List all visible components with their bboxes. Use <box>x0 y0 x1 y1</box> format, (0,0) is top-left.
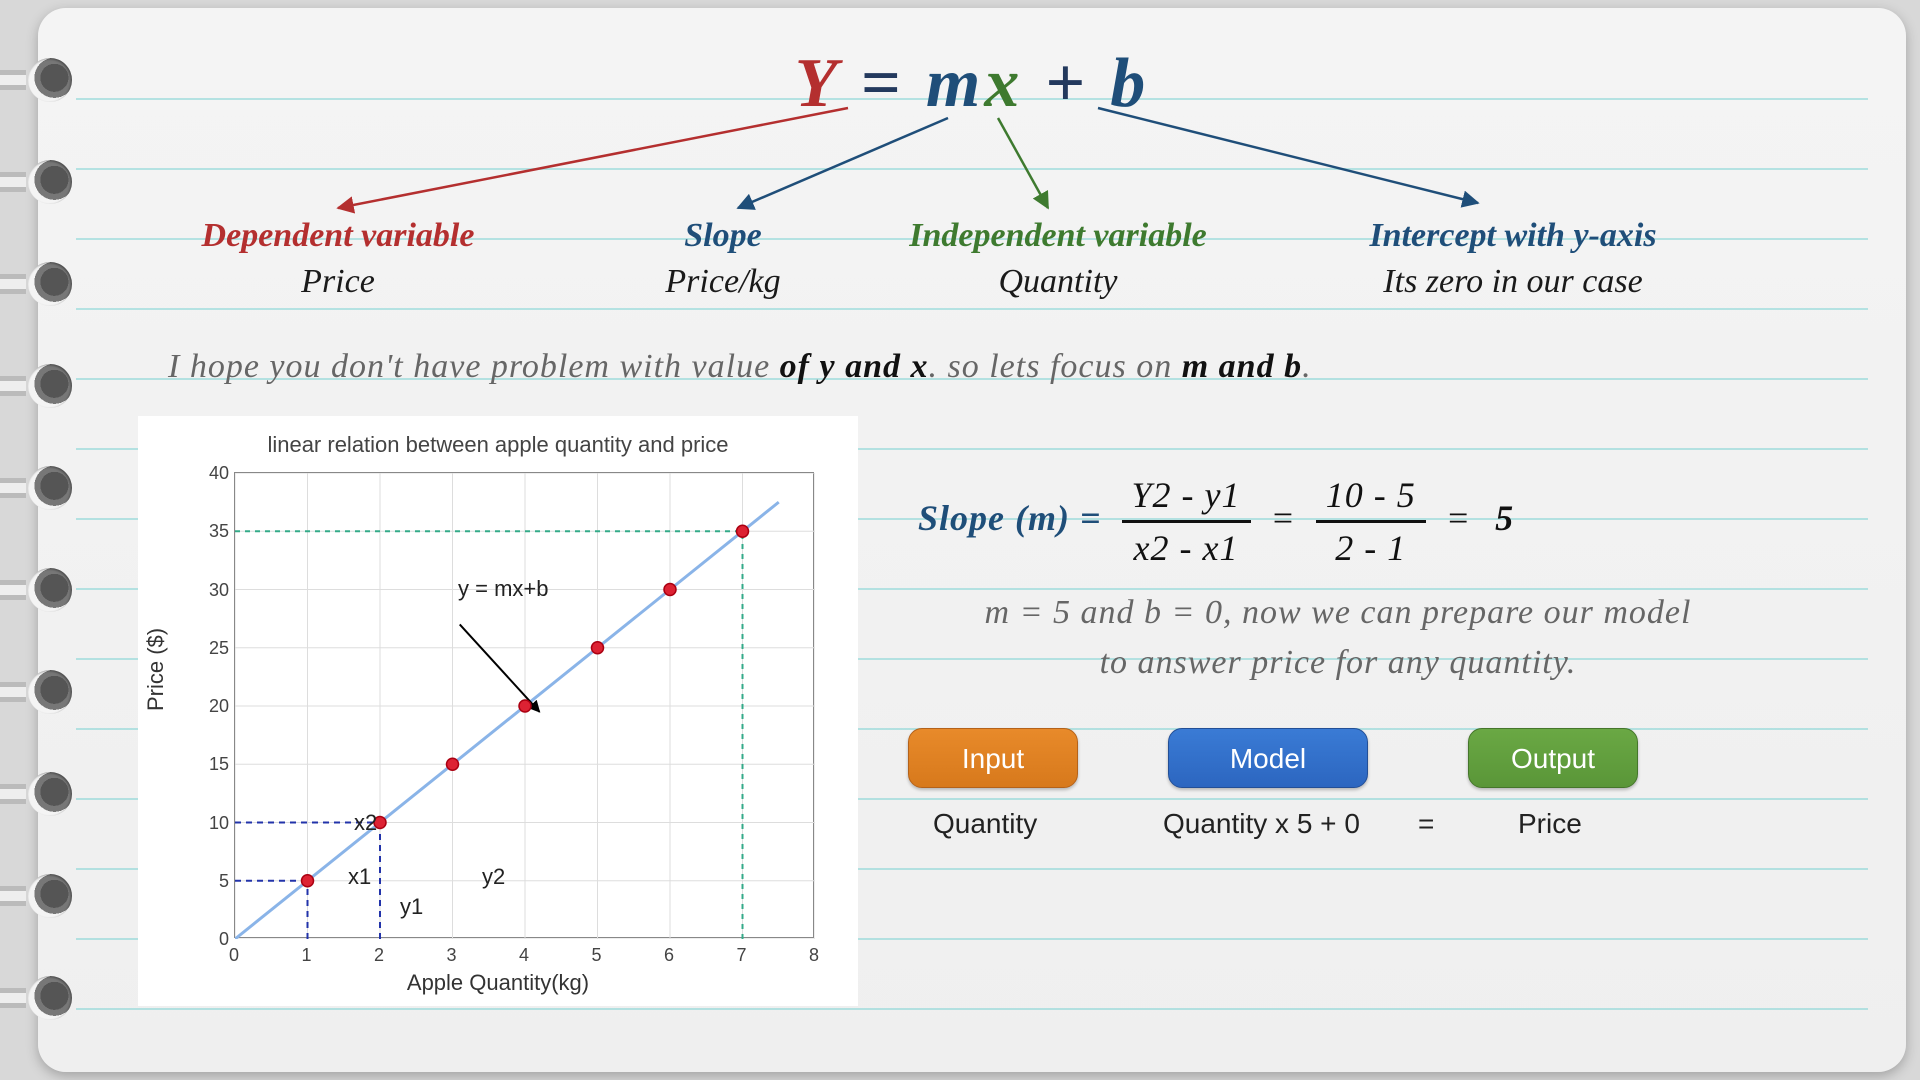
intro-sentence: I hope you don't have problem with value… <box>168 348 1768 386</box>
def-slope: Slope Price/kg <box>598 213 848 305</box>
line-equation-label: y = mx+b <box>458 576 548 602</box>
ann-y2: y2 <box>482 864 505 890</box>
pill-output-sub: Price <box>1518 808 1582 840</box>
eq-x: x <box>984 45 1023 122</box>
x-axis-label: Apple Quantity(kg) <box>407 970 589 996</box>
def-dependent: Dependent variable Price <box>148 213 528 305</box>
model-text-1: m = 5 and b = 0, now we can prepare our … <box>878 594 1798 632</box>
ann-y1: y1 <box>400 894 423 920</box>
y-axis-label: Price ($) <box>143 628 169 711</box>
pill-input: Input <box>908 728 1078 788</box>
model-text-2: to answer price for any quantity. <box>878 644 1798 682</box>
chart-title: linear relation between apple quantity a… <box>138 432 858 458</box>
eq-y: Y <box>795 45 839 122</box>
pill-input-sub: Quantity <box>933 808 1037 840</box>
pill-model-sub: Quantity x 5 + 0 <box>1163 808 1360 840</box>
chart-svg <box>235 473 815 939</box>
eq-m: m <box>926 45 984 122</box>
notepad-page: Y = mx + b Dependent variable Price Slop… <box>38 8 1906 1072</box>
main-equation: Y = mx + b <box>38 44 1906 124</box>
ann-x1: x1 <box>348 864 371 890</box>
def-independent: Independent variable Quantity <box>868 213 1248 305</box>
pill-eq: = <box>1418 808 1434 840</box>
def-intercept: Intercept with y-axis Its zero in our ca… <box>1288 213 1738 305</box>
chart-plot-area: 0123456780510152025303540 <box>234 472 814 938</box>
ann-x2: x2 <box>354 810 377 836</box>
pill-output: Output <box>1468 728 1638 788</box>
eq-b: b <box>1110 45 1149 122</box>
slope-formula: Slope (m) = Y2 - y1x2 - x1 = 10 - 52 - 1… <box>918 474 1514 569</box>
linear-chart: linear relation between apple quantity a… <box>138 416 858 1006</box>
pill-model: Model <box>1168 728 1368 788</box>
